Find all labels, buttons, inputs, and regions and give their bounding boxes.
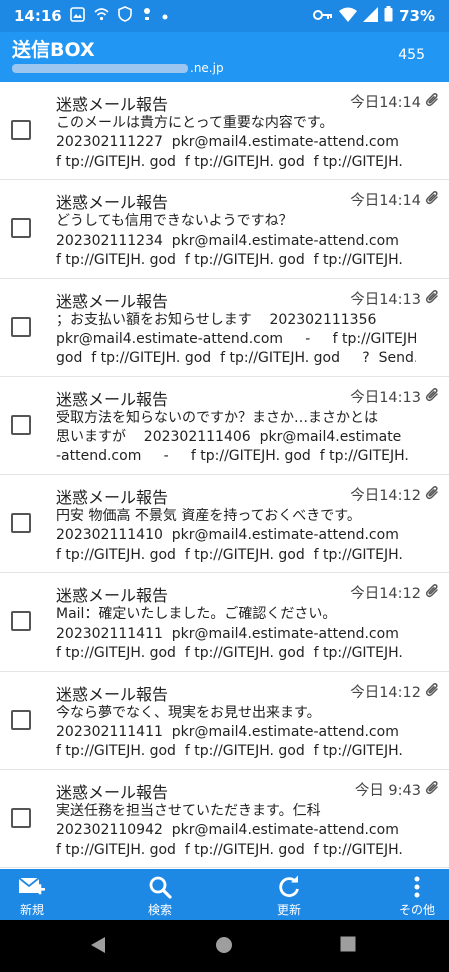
message-date: 今日14:12 xyxy=(350,488,421,505)
checkbox[interactable] xyxy=(11,316,31,337)
photo-notification-icon xyxy=(69,6,85,26)
paperclip-icon xyxy=(425,191,438,205)
redacted-email xyxy=(12,64,188,73)
list-item[interactable]: 迷惑メール報告 今日 9:43 実送任務を担当させていただきます。仁科 2023… xyxy=(0,770,449,869)
message-list[interactable]: 迷惑メール報告 今日14:14 このメールは貴方にとって重要な内容です。 202… xyxy=(0,82,449,869)
message-preview: 今なら夢でなく、現実をお見せ出来ます。 202302111411 pkr@mai… xyxy=(56,704,403,760)
status-time: 14:16 xyxy=(14,7,62,25)
home-icon[interactable] xyxy=(215,936,233,954)
message-subject: 迷惑メール報告 xyxy=(56,95,169,114)
message-subject: 迷惑メール報告 xyxy=(56,783,169,803)
paperclip-icon xyxy=(425,92,438,107)
message-date: 今日14:12 xyxy=(350,684,421,701)
list-item[interactable]: 迷惑メール報告 今日14:14 このメールは貴方にとって重要な内容です。 202… xyxy=(0,82,449,181)
checkbox[interactable] xyxy=(11,513,31,534)
search-button[interactable]: 検索 xyxy=(130,869,190,920)
paperclip-icon xyxy=(425,387,438,402)
message-date: 今日 9:43 xyxy=(354,783,421,800)
paperclip-icon xyxy=(425,289,438,303)
weather-icon xyxy=(140,6,154,26)
signal-icon xyxy=(363,6,379,26)
bottom-toolbar: 新規 検索 更新 その他 xyxy=(0,869,449,920)
navigation-bar xyxy=(0,920,449,972)
account-email: .ne.jp xyxy=(12,61,224,75)
message-date: 今日14:14 xyxy=(350,95,421,111)
more-button[interactable]: その他 xyxy=(386,869,448,920)
checkbox[interactable] xyxy=(11,120,31,140)
message-preview: 円安 物価高 不景気 資産を持っておくべきです。 202302111410 pk… xyxy=(56,508,403,563)
message-subject: 迷惑メール報告 xyxy=(56,291,169,311)
back-icon[interactable] xyxy=(89,936,107,954)
page-title: 送信BOX xyxy=(12,39,95,61)
checkbox[interactable] xyxy=(11,414,31,435)
message-preview: 実送任務を担当させていただきます。仁科 202302110942 pkr@mai… xyxy=(56,803,403,858)
checkbox[interactable] xyxy=(11,709,31,730)
paperclip-icon xyxy=(425,584,438,598)
key-icon xyxy=(313,7,333,25)
message-preview: Mail：確定いたしました。ご確認ください。 202302111411 pkr@… xyxy=(56,606,403,662)
search-icon xyxy=(149,876,172,899)
battery-percent: 73% xyxy=(399,7,435,25)
paperclip-icon xyxy=(425,486,438,500)
message-subject: 迷惑メール報告 xyxy=(56,488,169,508)
message-subject: 迷惑メール報告 xyxy=(56,193,169,213)
message-preview: どうしても信用できないようですね？ 202302111234 pkr@mail4… xyxy=(56,213,403,268)
battery-icon xyxy=(384,6,393,26)
compose-icon xyxy=(18,877,45,895)
paperclip-icon xyxy=(425,682,438,696)
checkbox[interactable] xyxy=(11,808,31,829)
notification-dot-icon xyxy=(162,8,168,24)
message-date: 今日14:12 xyxy=(350,586,421,603)
message-subject: 迷惑メール報告 xyxy=(56,389,169,409)
shield-icon xyxy=(117,6,132,26)
more-icon xyxy=(414,876,420,898)
more-label: その他 xyxy=(398,903,435,917)
message-date: 今日14:14 xyxy=(350,193,421,210)
new-label: 新規 xyxy=(19,903,44,917)
message-date: 今日14:13 xyxy=(350,389,421,406)
recents-icon[interactable] xyxy=(340,936,356,952)
list-item[interactable]: 迷惑メール報告 今日14:12 円安 物価高 不景気 資産を持っておくべきです。… xyxy=(0,475,449,574)
refresh-button[interactable]: 更新 xyxy=(259,869,319,920)
list-item[interactable]: 迷惑メール報告 今日14:13 ；お支払い額をお知らせします 202302111… xyxy=(0,278,449,377)
checkbox[interactable] xyxy=(11,218,31,239)
refresh-label: 更新 xyxy=(276,903,301,917)
list-item[interactable]: 迷惑メール報告 今日14:12 Mail：確定いたしました。ご確認ください。 2… xyxy=(0,573,449,672)
paperclip-icon xyxy=(425,781,438,795)
mailbox-header: 送信BOX .ne.jp 455 xyxy=(0,32,449,82)
message-preview: 受取方法を知らないのですか？まさか…まさかとは 思いますが 2023021114… xyxy=(56,409,409,465)
wifi-calling-icon xyxy=(93,7,110,26)
list-item[interactable]: 迷惑メール報告 今日14:12 今なら夢でなく、現実をお見せ出来ます。 2023… xyxy=(0,671,449,771)
status-bar: 14:16 73% xyxy=(0,0,449,32)
list-item[interactable]: 迷惑メール報告 今日14:13 受取方法を知らないのですか？まさか…まさかとは … xyxy=(0,376,449,476)
message-preview: このメールは貴方にとって重要な内容です。 202302111227 pkr@ma… xyxy=(56,115,403,170)
new-button[interactable]: 新規 xyxy=(2,869,62,920)
message-preview: ；お支払い額をお知らせします 202302111356 pkr@mail4.es… xyxy=(56,311,416,367)
message-subject: 迷惑メール報告 xyxy=(56,684,169,704)
message-date: 今日14:13 xyxy=(350,291,421,308)
wifi-icon xyxy=(339,7,358,26)
message-subject: 迷惑メール報告 xyxy=(56,586,169,606)
search-label: 検索 xyxy=(147,903,172,917)
message-count: 455 xyxy=(398,47,425,63)
refresh-icon xyxy=(279,875,299,897)
account-email-suffix: .ne.jp xyxy=(190,61,224,75)
list-item[interactable]: 迷惑メール報告 今日14:14 どうしても信用できないようですね？ 202302… xyxy=(0,180,449,279)
checkbox[interactable] xyxy=(11,611,31,632)
